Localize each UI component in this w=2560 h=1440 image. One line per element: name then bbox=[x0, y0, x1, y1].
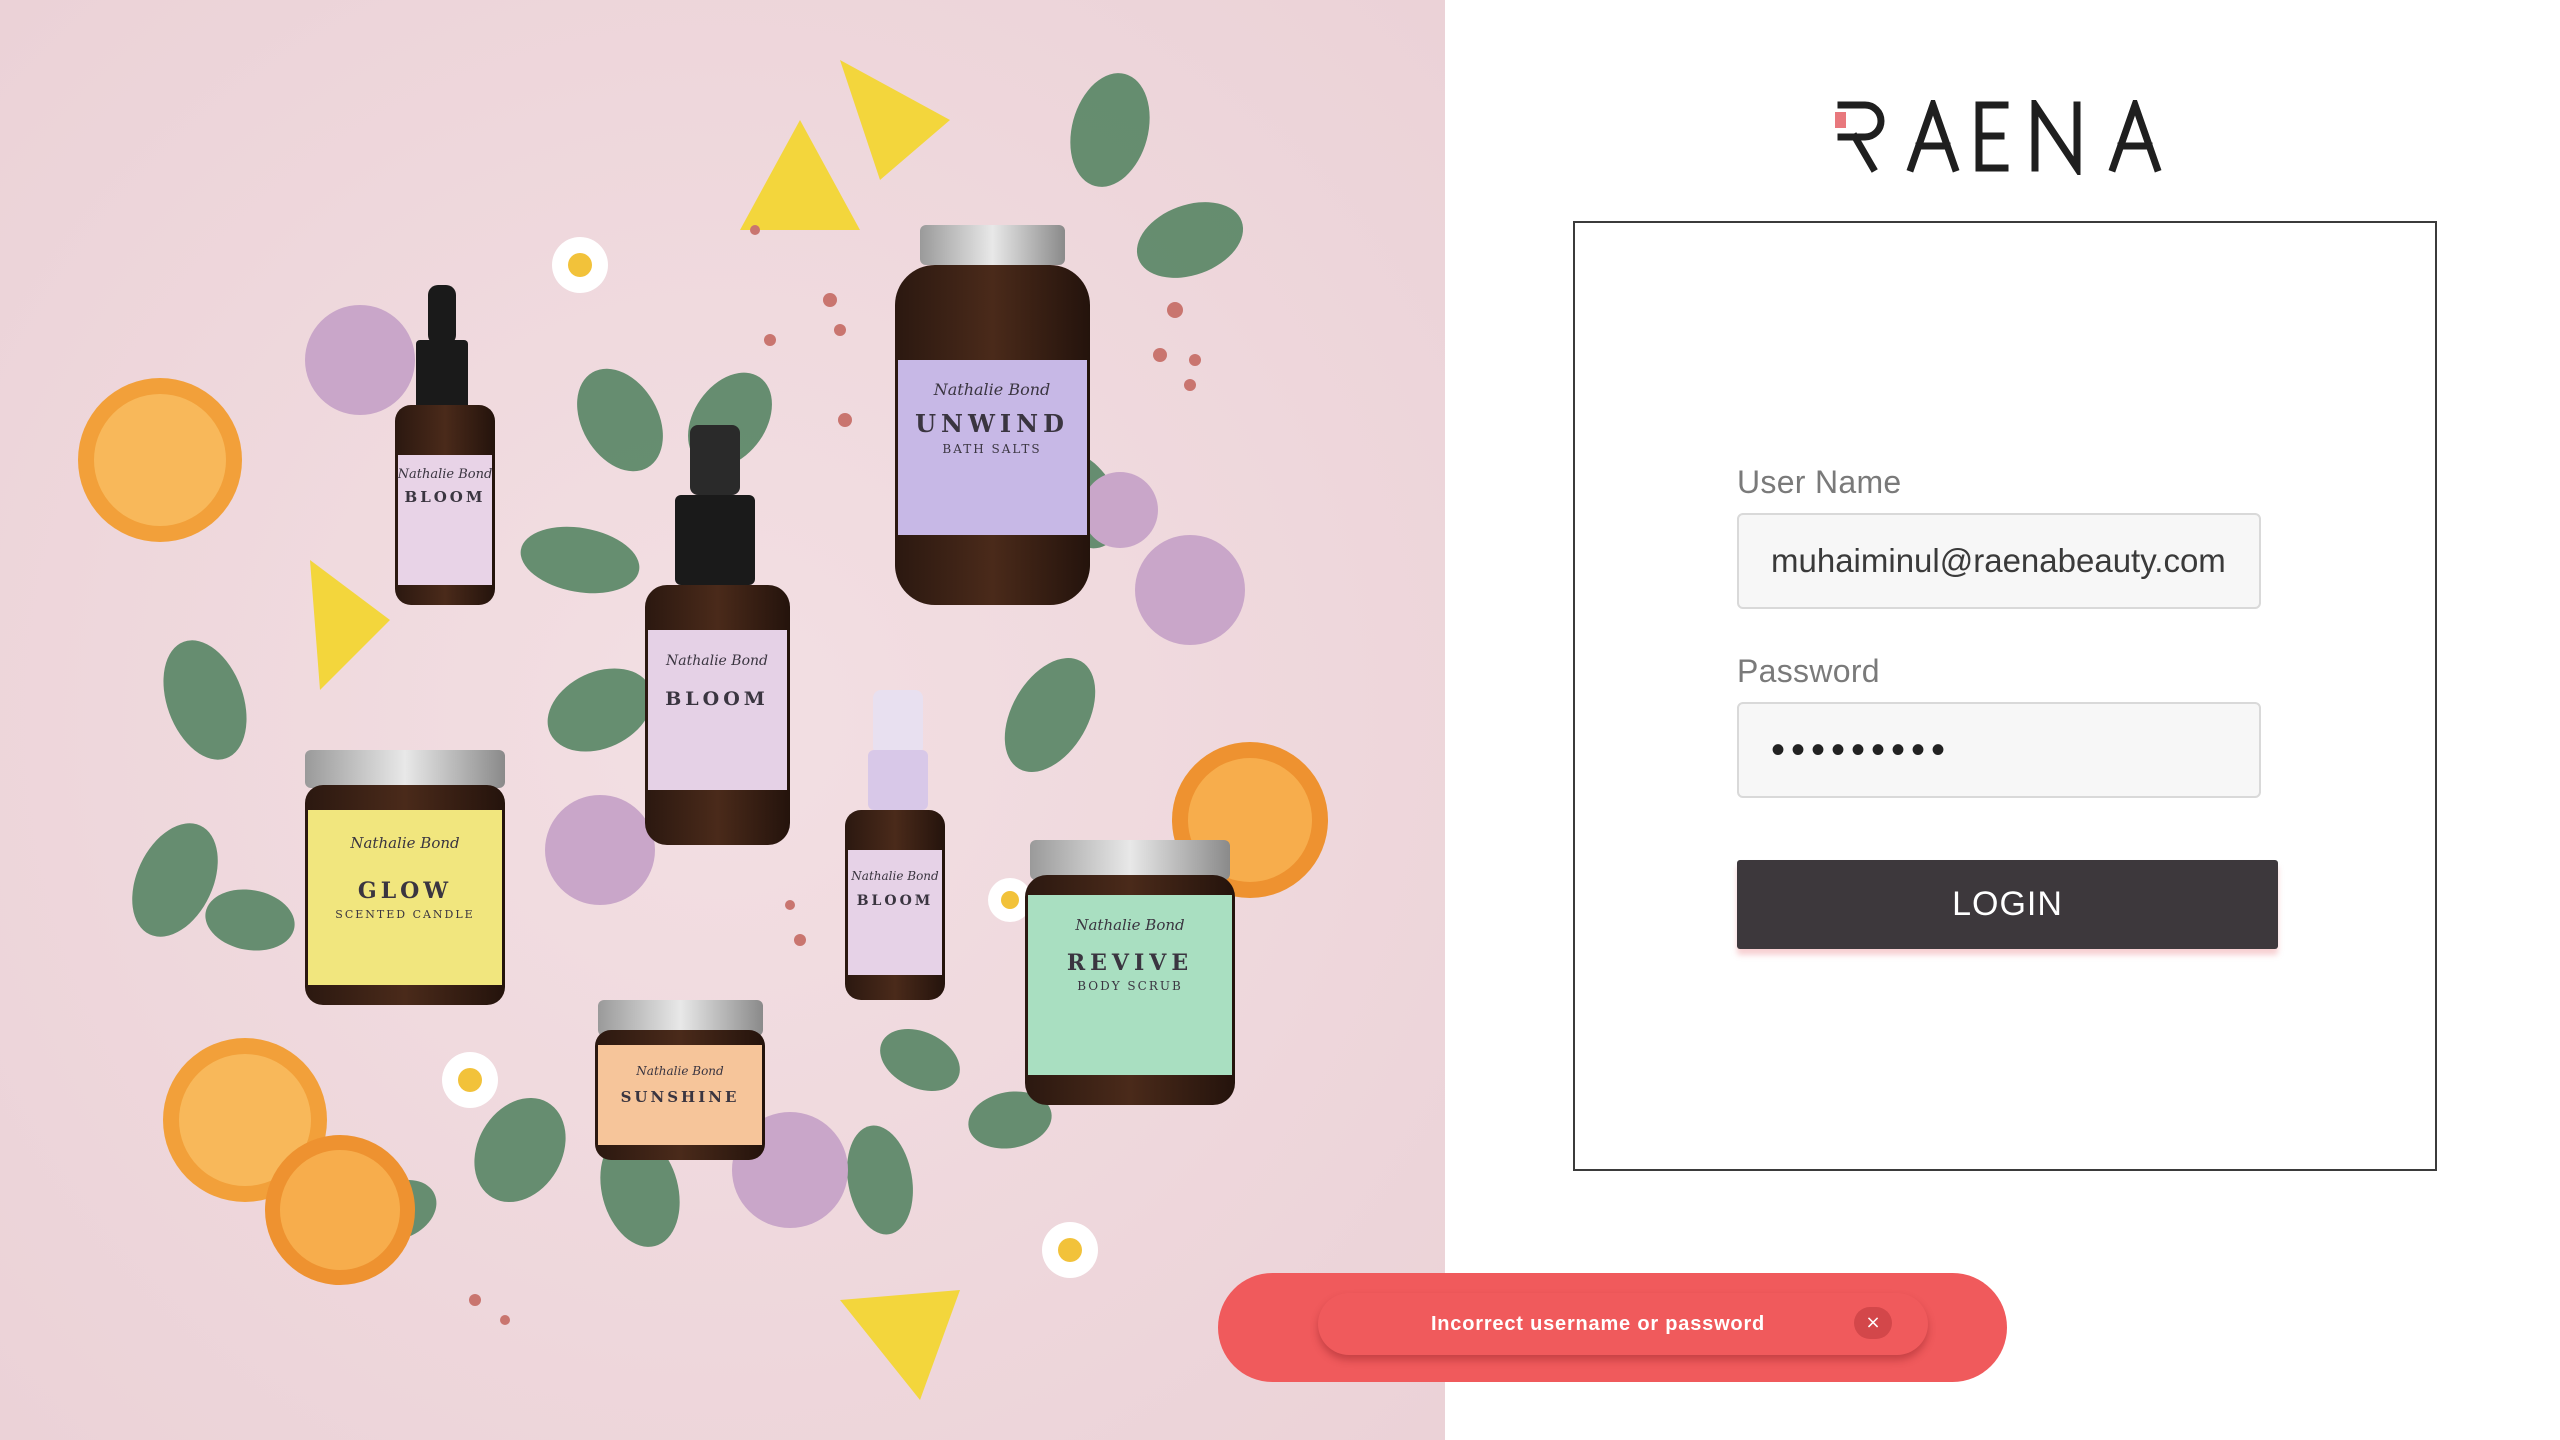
svg-text:REVIVE: REVIVE bbox=[1067, 950, 1193, 976]
raena-logo-mark bbox=[1835, 93, 2162, 180]
svg-text:SUNSHINE: SUNSHINE bbox=[621, 1088, 740, 1106]
svg-text:BLOOM: BLOOM bbox=[857, 893, 934, 909]
svg-text:BODY SCRUB: BODY SCRUB bbox=[1077, 979, 1183, 993]
login-button[interactable]: LOGIN bbox=[1737, 860, 2278, 949]
svg-text:BLOOM: BLOOM bbox=[665, 688, 769, 710]
hero-image: Nathalie Bond BLOOM Nathalie Bond UNWIND… bbox=[0, 0, 1445, 1440]
svg-text:BLOOM: BLOOM bbox=[405, 488, 486, 506]
password-input[interactable] bbox=[1737, 702, 2261, 798]
username-input[interactable] bbox=[1737, 513, 2261, 609]
svg-text:SCENTED CANDLE: SCENTED CANDLE bbox=[335, 908, 474, 921]
svg-text:Nathalie Bond: Nathalie Bond bbox=[397, 467, 493, 482]
raena-logo bbox=[1833, 93, 2183, 180]
svg-text:GLOW: GLOW bbox=[358, 878, 452, 904]
svg-text:Nathalie Bond: Nathalie Bond bbox=[349, 834, 459, 852]
svg-text:Nathalie Bond: Nathalie Bond bbox=[1074, 916, 1184, 934]
error-toast: Incorrect username or password × bbox=[1218, 1273, 2007, 1382]
product-sunshine-balm bbox=[595, 1000, 765, 1160]
svg-text:BATH SALTS: BATH SALTS bbox=[942, 442, 1041, 456]
svg-text:Nathalie Bond: Nathalie Bond bbox=[933, 380, 1051, 399]
error-toast-pill: Incorrect username or password × bbox=[1318, 1293, 1928, 1355]
svg-text:UNWIND: UNWIND bbox=[915, 409, 1069, 438]
username-label: User Name bbox=[1737, 464, 1902, 500]
error-toast-message: Incorrect username or password bbox=[1430, 1313, 1766, 1335]
product-flatlay-illustration: Nathalie Bond BLOOM Nathalie Bond UNWIND… bbox=[0, 0, 1445, 1440]
login-card bbox=[1573, 221, 2437, 1171]
svg-text:Nathalie Bond: Nathalie Bond bbox=[665, 653, 768, 669]
password-label: Password bbox=[1737, 653, 1880, 689]
svg-text:Nathalie Bond: Nathalie Bond bbox=[850, 869, 939, 883]
close-icon[interactable]: × bbox=[1854, 1307, 1892, 1339]
svg-text:Nathalie Bond: Nathalie Bond bbox=[635, 1064, 724, 1078]
